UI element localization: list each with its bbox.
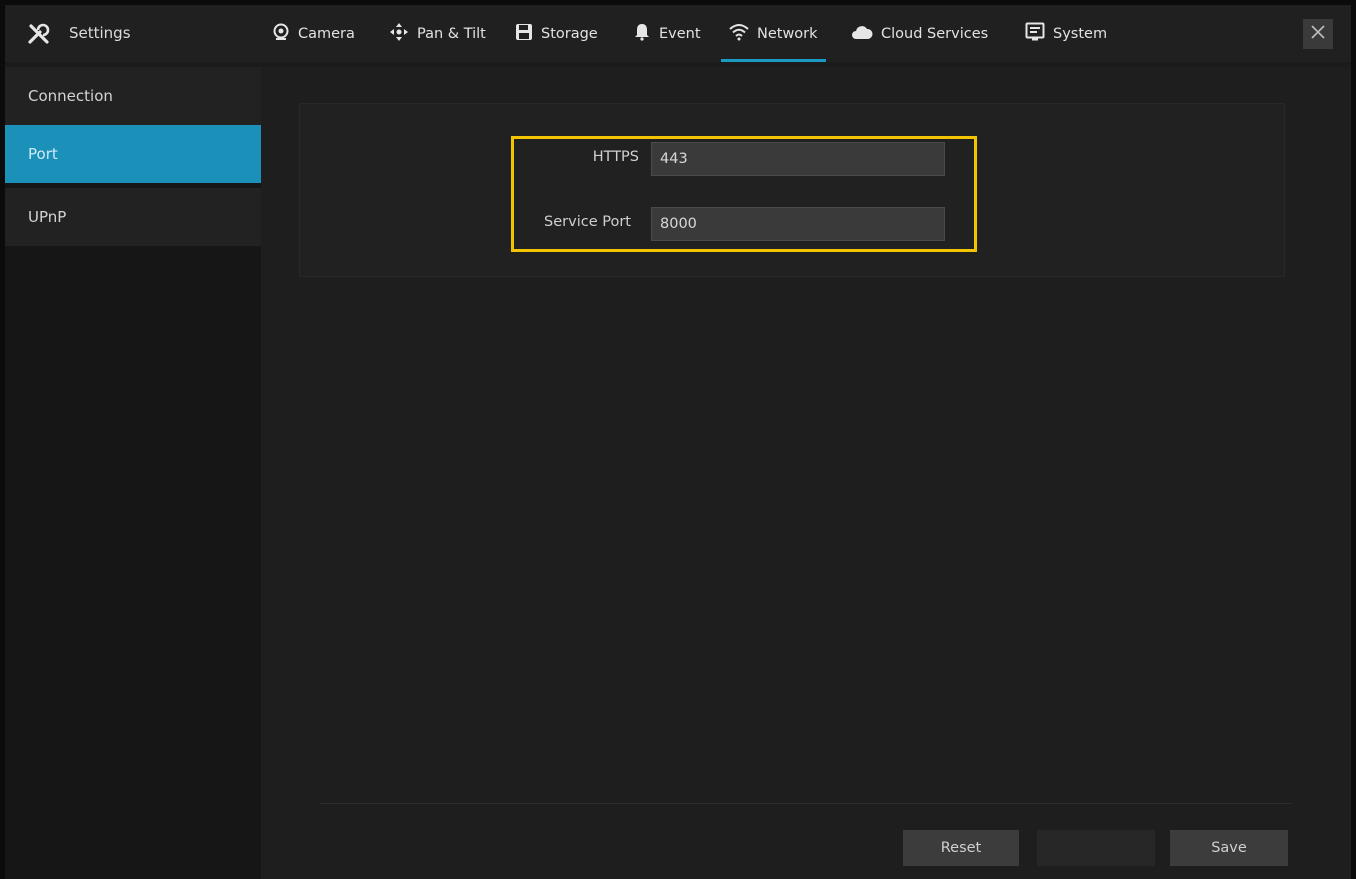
service-port-input[interactable] — [651, 207, 945, 241]
tab-label: Cloud Services — [881, 25, 989, 42]
tab-label: Event — [659, 25, 701, 42]
settings-window: Settings Camera Pan & Tilt Storage Event — [5, 5, 1351, 879]
settings-brand: Settings — [5, 5, 261, 62]
top-nav-bar: Settings Camera Pan & Tilt Storage Event — [5, 5, 1351, 62]
https-row: HTTPS — [261, 141, 961, 177]
sidebar-item-label: UPnP — [28, 208, 67, 226]
tab-event[interactable]: Event — [633, 5, 701, 62]
sidebar-item-connection[interactable]: Connection — [5, 67, 261, 125]
footer-divider — [319, 803, 1291, 804]
save-button[interactable]: Save — [1170, 830, 1288, 866]
tab-label: Pan & Tilt — [417, 25, 486, 42]
sidebar-item-port[interactable]: Port — [5, 125, 261, 183]
tab-label: Storage — [541, 25, 598, 42]
page-title: Settings — [69, 24, 131, 42]
cloud-icon — [851, 24, 881, 44]
tab-cloud-services[interactable]: Cloud Services — [851, 5, 988, 62]
system-icon — [1025, 22, 1053, 46]
tab-system[interactable]: System — [1025, 5, 1107, 62]
service-port-label: Service Port — [544, 214, 631, 230]
tab-label: System — [1053, 25, 1108, 42]
reset-button-label: Reset — [940, 840, 982, 856]
main-content: HTTPS Service Port Reset Save — [261, 67, 1351, 879]
port-settings-panel — [299, 103, 1285, 277]
tab-storage[interactable]: Storage — [515, 5, 598, 62]
tab-network[interactable]: Network — [721, 5, 826, 62]
tab-label: Camera — [298, 25, 355, 42]
camera-icon — [272, 23, 298, 45]
tab-camera[interactable]: Camera — [272, 5, 355, 62]
https-label: HTTPS — [592, 149, 639, 165]
sidebar-item-label: Port — [28, 145, 58, 163]
sidebar: Connection Port UPnP — [5, 67, 261, 879]
service-port-row: Service Port — [261, 206, 961, 242]
sidebar-item-label: Connection — [28, 87, 113, 105]
storage-icon — [515, 23, 541, 45]
network-icon — [729, 23, 757, 45]
sidebar-item-upnp[interactable]: UPnP — [5, 188, 261, 246]
disabled-button[interactable] — [1037, 830, 1155, 866]
tools-icon — [27, 22, 51, 46]
close-button[interactable] — [1303, 19, 1333, 49]
reset-button[interactable]: Reset — [903, 830, 1019, 866]
close-icon — [1310, 24, 1326, 44]
event-icon — [633, 23, 659, 45]
pan-tilt-icon — [389, 22, 417, 46]
https-port-input[interactable] — [651, 142, 945, 176]
tab-pan-tilt[interactable]: Pan & Tilt — [389, 5, 486, 62]
tab-label: Network — [757, 25, 818, 42]
save-button-label: Save — [1211, 840, 1247, 856]
